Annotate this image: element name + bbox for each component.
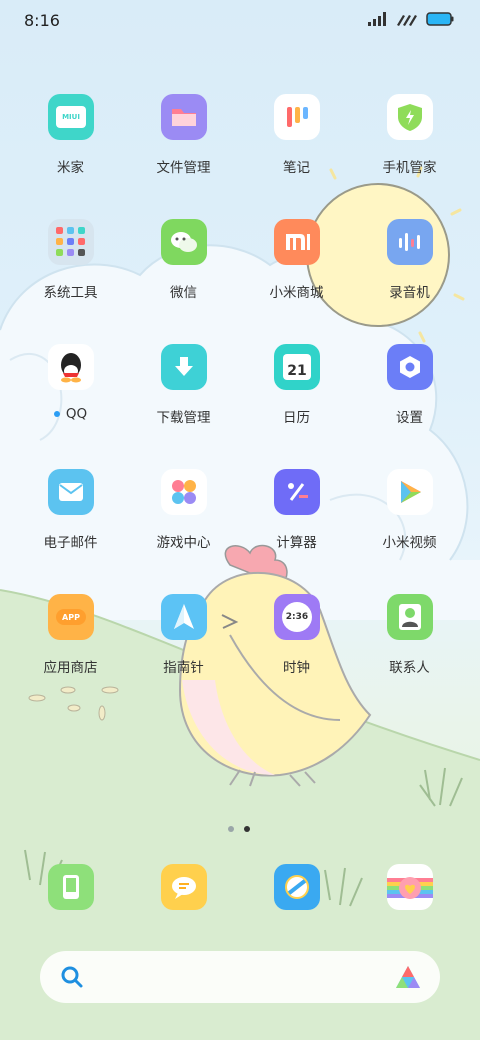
- mi-store-icon: [274, 219, 320, 265]
- dock-phone[interactable]: [14, 864, 127, 920]
- app-settings[interactable]: 设置: [353, 340, 466, 450]
- app-label: 手机管家: [382, 160, 437, 176]
- app-download[interactable]: 下载管理: [127, 340, 240, 450]
- recorder-icon: [387, 219, 433, 265]
- dock-themes[interactable]: [353, 864, 466, 920]
- wechat-icon: [161, 219, 207, 265]
- clock-icon: 2:36: [274, 594, 320, 640]
- app-label: 笔记: [283, 160, 310, 176]
- app-compass[interactable]: 指南针: [127, 590, 240, 700]
- app-label: 日历: [283, 410, 310, 426]
- security-icon: [387, 94, 433, 140]
- browser-icon: [274, 864, 320, 910]
- contacts-icon: [387, 594, 433, 640]
- page-dot-active[interactable]: [244, 826, 250, 832]
- signal-icon: [368, 12, 386, 26]
- app-label: 设置: [396, 410, 423, 426]
- new-install-dot: [53, 411, 60, 417]
- app-game-center[interactable]: 游戏中心: [127, 465, 240, 575]
- search-bar[interactable]: [40, 951, 440, 1003]
- status-bar: 8:16: [0, 0, 480, 42]
- app-label: 文件管理: [156, 160, 211, 176]
- notes-icon: [274, 94, 320, 140]
- messages-icon: [161, 864, 207, 910]
- mijia-icon-text: MIUI: [56, 106, 86, 128]
- settings-icon: [387, 344, 433, 390]
- app-app-store[interactable]: APP 应用商店: [14, 590, 127, 700]
- mail-icon: [48, 469, 94, 515]
- app-mail[interactable]: 电子邮件: [14, 465, 127, 575]
- app-calendar[interactable]: 21 日历: [240, 340, 353, 450]
- app-contacts[interactable]: 联系人: [353, 590, 466, 700]
- app-label: 游戏中心: [156, 535, 211, 551]
- home-screen: 8:16 MIUI 米家 文件管理 笔记 手机管家 系统工具 微信 小米商城 录…: [0, 0, 480, 1040]
- qq-icon: [48, 344, 94, 390]
- app-label: 计算器: [276, 535, 317, 551]
- dock-messages[interactable]: [127, 864, 240, 920]
- page-dot[interactable]: [228, 826, 234, 832]
- app-mijia[interactable]: MIUI 米家: [14, 90, 127, 200]
- status-time: 8:16: [24, 11, 60, 30]
- app-label: 微信: [170, 285, 197, 301]
- app-qq[interactable]: QQ: [14, 340, 127, 450]
- battery-icon: [426, 12, 454, 26]
- app-clock[interactable]: 2:36 时钟: [240, 590, 353, 700]
- themes-icon: [387, 864, 433, 910]
- app-label-text: QQ: [65, 406, 88, 422]
- app-video[interactable]: 小米视频: [353, 465, 466, 575]
- app-mi-store[interactable]: 小米商城: [240, 215, 353, 325]
- phone-icon: [48, 864, 94, 910]
- app-notes[interactable]: 笔记: [240, 90, 353, 200]
- app-label: 下载管理: [156, 410, 211, 426]
- app-label: 录音机: [389, 285, 430, 301]
- calendar-icon: 21: [274, 344, 320, 390]
- dock-browser[interactable]: [240, 864, 353, 920]
- app-label: 时钟: [283, 660, 310, 676]
- app-wechat[interactable]: 微信: [127, 215, 240, 325]
- app-label: 指南针: [163, 660, 204, 676]
- video-icon: [387, 469, 433, 515]
- app-label: 电子邮件: [43, 535, 98, 551]
- app-store-icon-text: APP: [56, 609, 86, 625]
- app-files[interactable]: 文件管理: [127, 90, 240, 200]
- app-label: QQ: [14, 406, 127, 422]
- app-calculator[interactable]: 计算器: [240, 465, 353, 575]
- app-system-tools[interactable]: 系统工具: [14, 215, 127, 325]
- folder-icon: [161, 94, 207, 140]
- calendar-day: 21: [283, 354, 311, 380]
- app-label: 小米商城: [269, 285, 324, 301]
- compass-icon: [161, 594, 207, 640]
- app-recorder[interactable]: 录音机: [353, 215, 466, 325]
- calculator-icon: [274, 469, 320, 515]
- app-store-icon: APP: [48, 594, 94, 640]
- app-security[interactable]: 手机管家: [353, 90, 466, 200]
- folder-tools-icon: [48, 219, 94, 265]
- app-label: 小米视频: [382, 535, 437, 551]
- mijia-icon: MIUI: [48, 94, 94, 140]
- app-label: 应用商店: [43, 660, 98, 676]
- app-label: 米家: [57, 160, 84, 176]
- app-label: 系统工具: [43, 285, 98, 301]
- game-center-icon: [161, 469, 207, 515]
- dock: [0, 864, 480, 920]
- assistant-icon[interactable]: [394, 964, 422, 990]
- search-icon: [61, 966, 83, 988]
- clock-time: 2:36: [282, 602, 312, 632]
- app-label: 联系人: [389, 660, 430, 676]
- signal-2-icon: [397, 15, 417, 26]
- download-icon: [161, 344, 207, 390]
- page-indicator: [228, 826, 250, 832]
